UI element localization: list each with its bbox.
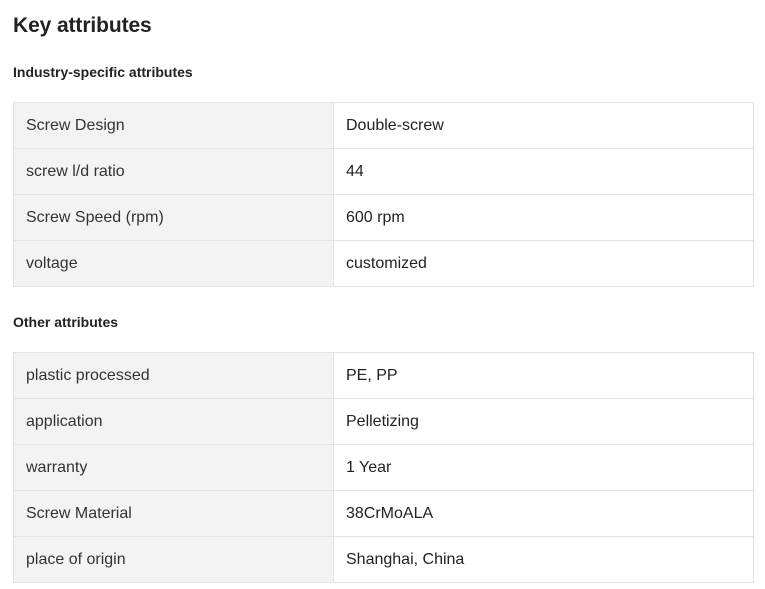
- attribute-value: 38CrMoALA: [333, 490, 754, 537]
- table-row: plastic processed PE, PP: [13, 352, 754, 399]
- attribute-key: application: [13, 398, 334, 445]
- attribute-value: 44: [333, 148, 754, 195]
- table-row: application Pelletizing: [13, 398, 754, 445]
- attribute-key: place of origin: [13, 536, 334, 583]
- other-attributes-table: plastic processed PE, PP application Pel…: [13, 352, 754, 583]
- industry-attributes-table: Screw Design Double-screw screw l/d rati…: [13, 102, 754, 287]
- page-title: Key attributes: [13, 14, 152, 37]
- attribute-key: screw l/d ratio: [13, 148, 334, 195]
- attribute-key: voltage: [13, 240, 334, 287]
- attribute-key: Screw Design: [13, 102, 334, 149]
- section-heading-other: Other attributes: [13, 314, 119, 330]
- attribute-key: Screw Speed (rpm): [13, 194, 334, 241]
- table-row: screw l/d ratio 44: [13, 148, 754, 195]
- table-row: place of origin Shanghai, China: [13, 536, 754, 583]
- table-row: Screw Speed (rpm) 600 rpm: [13, 194, 754, 241]
- table-row: Screw Design Double-screw: [13, 102, 754, 149]
- attribute-key: plastic processed: [13, 352, 334, 399]
- table-row: warranty 1 Year: [13, 444, 754, 491]
- attribute-value: 600 rpm: [333, 194, 754, 241]
- key-attributes-panel: Key attributes Industry-specific attribu…: [0, 0, 765, 589]
- table-row: voltage customized: [13, 240, 754, 287]
- attribute-value: PE, PP: [333, 352, 754, 399]
- attribute-key: Screw Material: [13, 490, 334, 537]
- attribute-value: customized: [333, 240, 754, 287]
- attribute-value: Double-screw: [333, 102, 754, 149]
- attribute-value: Pelletizing: [333, 398, 754, 445]
- attribute-key: warranty: [13, 444, 334, 491]
- attribute-value: 1 Year: [333, 444, 754, 491]
- section-heading-industry: Industry-specific attributes: [13, 64, 193, 80]
- table-row: Screw Material 38CrMoALA: [13, 490, 754, 537]
- attribute-value: Shanghai, China: [333, 536, 754, 583]
